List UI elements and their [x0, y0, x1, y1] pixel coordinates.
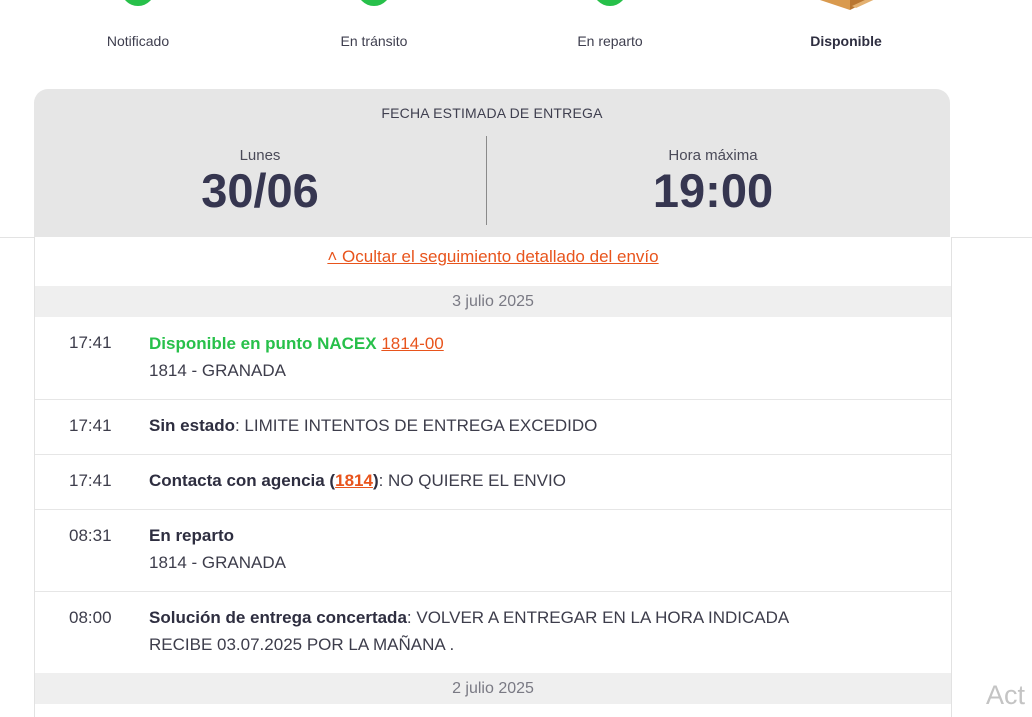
hide-tracking-link[interactable]: ˄ Ocultar el seguimiento detallado del e… [35, 247, 951, 267]
event-status: En reparto [149, 526, 235, 545]
event-status: Solución de entrega concertada [149, 608, 407, 627]
pickup-point-link[interactable]: 1814-00 [381, 334, 443, 353]
step-done-icon [593, 0, 627, 6]
event-location: 1814 - GRANADA [149, 361, 286, 380]
date-group-header: 2 julio 2025 [35, 673, 951, 704]
event-body: Disponible en punto NACEX 1814-00 1814 -… [149, 330, 911, 384]
shipment-progress: Notificado En tránsito En reparto Dispon… [0, 0, 1032, 60]
delivery-date: 30/06 [201, 164, 319, 217]
event-status: Sin estado [149, 416, 235, 435]
event-time: 17:41 [69, 471, 112, 490]
event-body: Sin estado: LIMITE INTENTOS DE ENTREGA E… [149, 412, 911, 439]
event-location: 1814 - GRANADA [149, 553, 286, 572]
event-detail: : LIMITE INTENTOS DE ENTREGA EXCEDIDO [234, 416, 598, 435]
event-body: Contacta con agencia (1814): NO QUIERE E… [149, 467, 911, 494]
event-time: 17:41 [69, 416, 112, 435]
delivery-day-label: Lunes [239, 147, 281, 164]
event-time: 17:41 [69, 333, 112, 352]
package-box-icon [820, 0, 874, 10]
step-label: Disponible [810, 33, 882, 49]
step-label: Notificado [106, 33, 170, 49]
delivery-caption: FECHA ESTIMADA DE ENTREGA [381, 105, 603, 121]
delivery-time: 19:00 [652, 164, 774, 217]
tracking-event: 17:41 Disponible en punto NACEX 1814-00 … [35, 317, 951, 400]
agency-link[interactable]: 1814 [335, 471, 373, 490]
tracking-event: 17:41 Sin estado: LIMITE INTENTOS DE ENT… [35, 399, 951, 455]
tracking-detail: ˄ Ocultar el seguimiento detallado del e… [34, 237, 952, 717]
step-disponible: Disponible [746, 0, 946, 60]
event-detail: : NO QUIERE EL ENVIO [378, 471, 566, 490]
step-done-icon [357, 0, 391, 6]
step-notificado: Notificado [38, 0, 238, 60]
delivery-estimate-panel: FECHA ESTIMADA DE ENTREGA Lunes 30/06 Ho… [34, 89, 950, 237]
delivery-date-block: Lunes 30/06 [34, 147, 486, 217]
event-time: 08:31 [69, 526, 112, 545]
step-done-icon [121, 0, 155, 6]
date-group-header: 3 julio 2025 [35, 286, 951, 317]
event-body: Solución de entrega concertada: VOLVER A… [149, 604, 911, 658]
event-time: 08:00 [69, 608, 112, 627]
event-status: Disponible en punto NACEX [149, 334, 377, 353]
step-en-reparto: En reparto [510, 0, 710, 60]
step-label: En tránsito [340, 33, 408, 49]
delivery-time-block: Hora máxima 19:00 [487, 147, 939, 217]
event-body: En reparto 1814 - GRANADA [149, 522, 911, 576]
step-label: En reparto [577, 33, 643, 49]
tracking-event: 08:00 Solución de entrega concertada: VO… [35, 591, 951, 673]
tracking-event: 17:41 Contacta con agencia (1814): NO QU… [35, 454, 951, 510]
tracking-event: 08:31 En reparto 1814 - GRANADA [35, 509, 951, 592]
event-status-prefix: Contacta con agencia ( [149, 471, 336, 490]
delivery-time-label: Hora máxima [668, 147, 758, 164]
event-detail: : VOLVER A ENTREGAR EN LA HORA INDICADA [406, 608, 790, 627]
activation-watermark: Act [986, 680, 1026, 710]
step-en-transito: En tránsito [274, 0, 474, 60]
event-detail-line2: RECIBE 03.07.2025 POR LA MAÑANA . [149, 635, 455, 654]
